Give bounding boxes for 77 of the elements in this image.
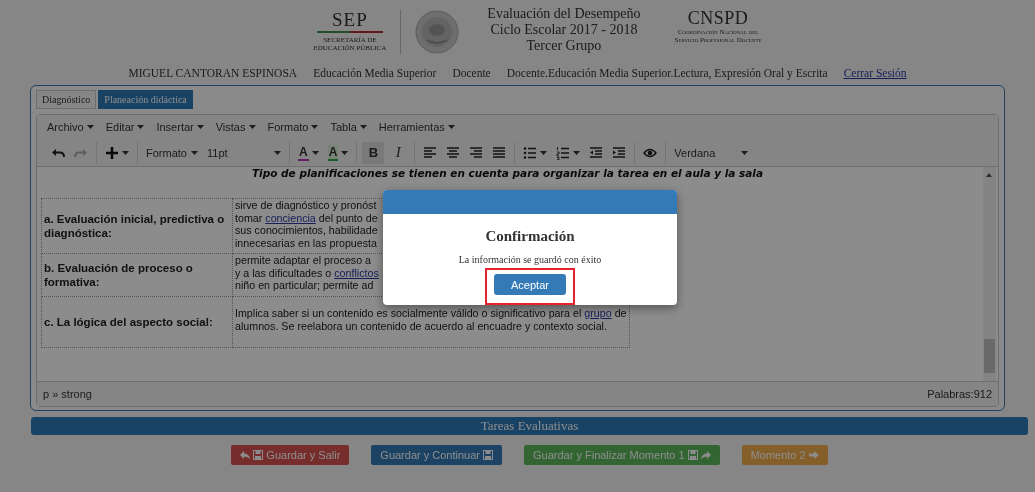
caret-icon xyxy=(359,125,367,129)
menu-item[interactable]: Archivo xyxy=(47,121,94,133)
user-info: MIGUEL CANTORAN ESPINOSA xyxy=(128,66,298,81)
italic-button[interactable]: I xyxy=(387,141,410,164)
logo-stripe xyxy=(316,31,383,34)
dialog-message: La información se guardó con éxito xyxy=(458,254,602,266)
indent-icon xyxy=(612,145,627,160)
logo-title: SEP xyxy=(332,10,368,30)
caret-icon xyxy=(540,150,548,155)
bullet-list-icon xyxy=(523,145,538,160)
user-info: Educación Media Superior xyxy=(313,66,437,82)
text-color-button[interactable]: A xyxy=(295,141,322,164)
accept-button[interactable]: Aceptar xyxy=(494,274,566,295)
reply-icon xyxy=(240,450,251,460)
logo-title: CNSPD xyxy=(687,8,749,28)
menu-item[interactable]: Vistas xyxy=(215,121,256,133)
caret-icon xyxy=(196,125,204,129)
font-size-dropdown[interactable]: 11pt xyxy=(204,141,284,164)
plus-icon xyxy=(105,145,119,160)
menu-item[interactable]: Insertar xyxy=(156,121,204,133)
scrollbar-thumb[interactable] xyxy=(984,339,995,373)
logout-link[interactable]: Cerrar Sesión xyxy=(843,66,907,82)
arrow-right-icon xyxy=(808,450,819,460)
text-link[interactable]: grupo xyxy=(584,307,612,319)
font-family-dropdown[interactable]: Verdana xyxy=(671,141,752,164)
dialog-title: Confirmación xyxy=(485,227,575,245)
caret-icon xyxy=(122,150,129,155)
caret-icon xyxy=(86,125,94,129)
scroll-up-icon xyxy=(986,173,992,177)
caret-icon xyxy=(573,150,581,155)
outdent-icon xyxy=(589,145,604,160)
caret-icon xyxy=(341,150,349,155)
format-dropdown[interactable]: Formato xyxy=(143,141,201,164)
caret-icon xyxy=(137,125,145,129)
emblem-icon xyxy=(415,10,460,54)
scrollbar[interactable] xyxy=(983,167,996,381)
table-cell: a. Evaluación inicial, predictiva o diagnóstica: xyxy=(41,198,233,254)
text-link[interactable]: conflictos xyxy=(334,266,379,279)
save-icon xyxy=(687,450,698,460)
highlight-color-button[interactable]: A xyxy=(324,141,352,164)
tab[interactable]: Planeación didáctica xyxy=(98,90,193,109)
numbered-list-icon xyxy=(556,145,571,160)
save-icon xyxy=(253,450,264,460)
caret-icon xyxy=(447,125,455,129)
header-title: Tercer Grupo xyxy=(525,38,603,54)
action-button[interactable]: Guardar y Salir xyxy=(231,445,350,465)
save-icon xyxy=(483,450,493,460)
align-center-icon xyxy=(446,145,461,160)
cell-text: Implica saber si un contenido es socialmente válido o significativo para el grupo de alumnos. Se reelabora un contenido de acuerdo al encuadre y contexto social. xyxy=(235,307,627,334)
section-header: Tareas Evaluativas xyxy=(31,417,1028,435)
caret-icon xyxy=(311,150,319,155)
align-left-icon xyxy=(423,145,438,160)
user-info: Docente xyxy=(452,66,491,81)
tab[interactable]: Diagnóstico xyxy=(36,90,97,109)
menu-item[interactable]: Formato xyxy=(267,121,319,133)
word-count: Palabras:912 xyxy=(927,388,992,400)
bold-button[interactable]: B xyxy=(362,141,385,164)
caret-icon xyxy=(274,150,281,155)
menu-item[interactable]: Editar xyxy=(105,121,145,133)
menu-item[interactable]: Herramientas xyxy=(378,121,455,133)
action-button[interactable]: Guardar y Continuar xyxy=(371,445,502,465)
header-title: Ciclo Escolar 2017 - 2018 xyxy=(489,22,639,38)
caret-icon xyxy=(248,125,256,129)
element-path: p » strong xyxy=(43,388,92,400)
caret-icon xyxy=(311,125,319,129)
table-cell: c. La lógica del aspecto social: xyxy=(41,296,233,347)
menu-item[interactable]: Tabla xyxy=(330,121,367,133)
align-justify-icon xyxy=(492,145,507,160)
table-cell: b. Evaluación de proceso o formativa: xyxy=(41,253,233,296)
caret-icon xyxy=(741,150,749,155)
caret-icon xyxy=(191,150,198,155)
user-info: Docente.Educación Media Superior.Lectura, Expresión Oral y Escrita xyxy=(506,66,828,82)
header-title: Evaluación del Desempeño xyxy=(487,6,641,22)
share-icon xyxy=(700,450,711,460)
document-heading: Tipo de planificaciones se tienen en cuenta para organizar la tarea en el aula y la sala xyxy=(250,167,765,180)
text-link[interactable]: conciencia xyxy=(265,211,316,224)
align-right-icon xyxy=(469,145,484,160)
